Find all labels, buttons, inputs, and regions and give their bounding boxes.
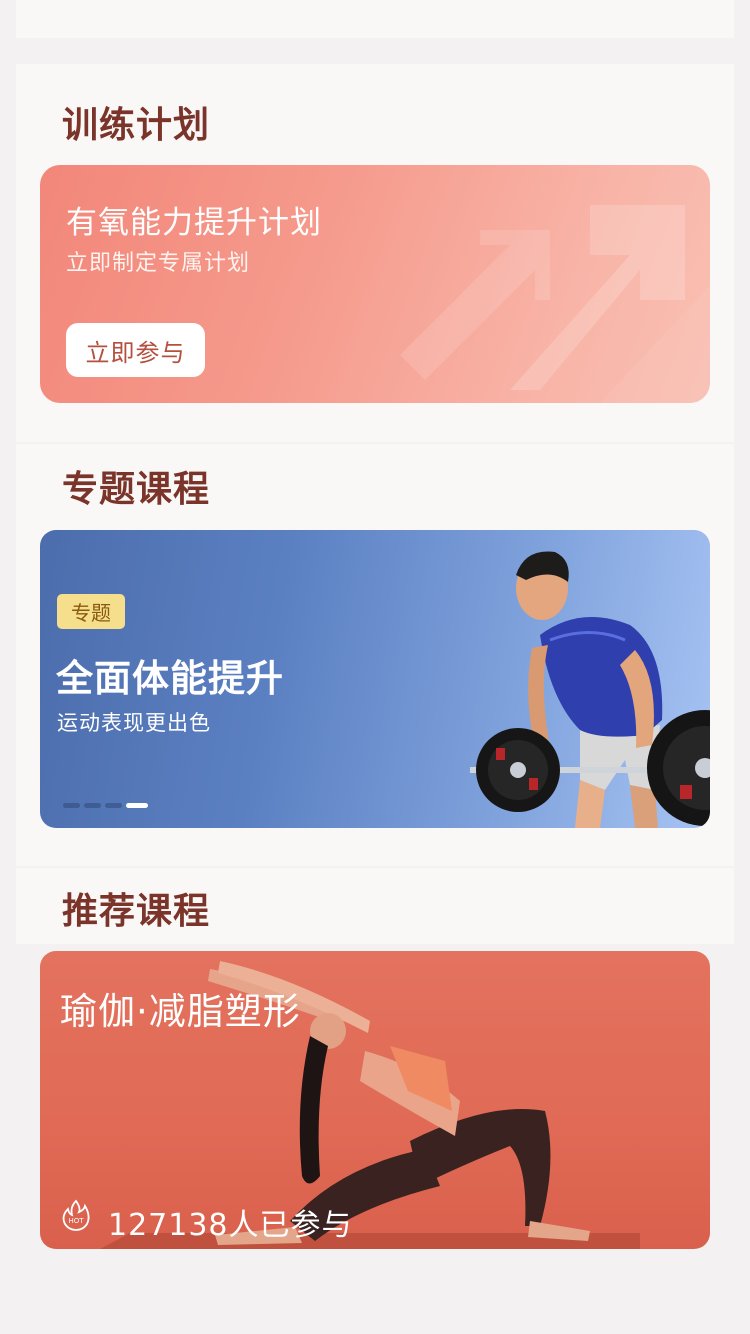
top-header-remnant: [16, 0, 734, 38]
hot-label: HOT: [68, 1217, 84, 1225]
weightlifter-illustration: [470, 551, 710, 828]
yoga-course-card[interactable]: 瑜伽·减脂塑形 HOT 127138人已参与: [40, 951, 710, 1249]
hot-flame-icon: HOT: [62, 1199, 90, 1231]
carousel-dot: [105, 803, 122, 808]
topic-course-banner[interactable]: 专题 全面体能提升 运动表现更出色: [40, 530, 710, 828]
page: 训练计划 有氧能力提升计划 立即制定专属计划 立即参与 专题课程 专题 全面体能…: [0, 0, 750, 1334]
aerobic-plan-card[interactable]: 有氧能力提升计划 立即制定专属计划 立即参与: [40, 165, 710, 403]
carousel-dot: [84, 803, 101, 808]
plan-title: 有氧能力提升计划: [66, 205, 322, 241]
carousel-indicator: [63, 803, 148, 808]
section-title-topic-courses: 专题课程: [62, 469, 211, 510]
section-title-recommended: 推荐课程: [62, 891, 211, 932]
join-now-button[interactable]: 立即参与: [66, 323, 205, 377]
carousel-dot-active: [126, 803, 148, 808]
section-title-training-plan: 训练计划: [62, 105, 211, 146]
topic-tag-badge: 专题: [57, 594, 125, 629]
participant-count: 127138人已参与: [108, 1208, 353, 1243]
topic-title: 全面体能提升: [56, 657, 284, 700]
carousel-dot: [63, 803, 80, 808]
plan-subtitle: 立即制定专属计划: [66, 251, 251, 276]
course-title: 瑜伽·减脂塑形: [60, 990, 301, 1033]
topic-subtitle: 运动表现更出色: [57, 711, 211, 735]
